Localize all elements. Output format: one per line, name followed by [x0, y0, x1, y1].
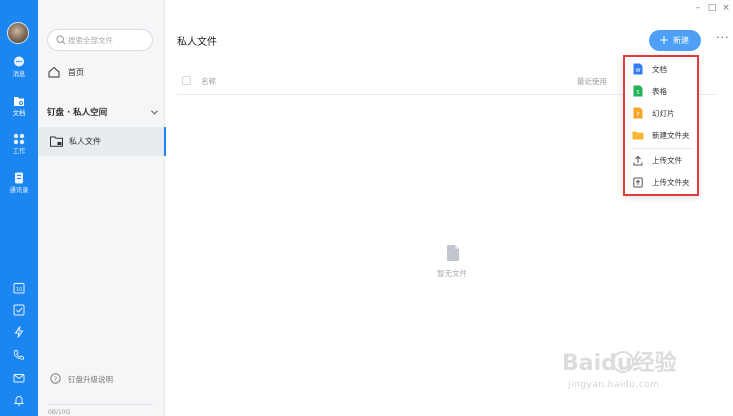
- menu-item-upload-folder-label: 上传文件夹: [652, 178, 690, 187]
- new-button-label: 新建: [673, 36, 689, 45]
- rail-label-documents: 文档: [12, 109, 26, 117]
- menu-item-new-slides[interactable]: P 幻灯片: [625, 103, 697, 123]
- slides-icon: P: [633, 107, 643, 119]
- baidu-jingyan-watermark: Baidu经验: [562, 350, 677, 376]
- ding-lightning-icon[interactable]: [13, 326, 25, 338]
- rail-label-work: 工作: [12, 147, 26, 155]
- documents-icon: [14, 97, 24, 106]
- search-box[interactable]: [47, 29, 153, 51]
- window-maximize-button[interactable]: □: [705, 2, 719, 14]
- more-options-icon[interactable]: ···: [716, 31, 730, 44]
- search-input[interactable]: [68, 33, 150, 47]
- calendar-day-number: 10: [16, 287, 22, 293]
- svg-text:?: ?: [54, 375, 57, 383]
- drive-space-label: 钉盘 · 私人空间: [47, 108, 108, 118]
- mail-icon[interactable]: [13, 372, 25, 384]
- phone-icon[interactable]: [13, 349, 25, 361]
- menu-item-new-doc-label: 文档: [652, 65, 667, 74]
- svg-text:P: P: [636, 112, 639, 118]
- sidebar-item-private-files-label: 私人文件: [69, 137, 101, 146]
- rail-label-messages: 消息: [12, 70, 26, 78]
- menu-item-upload-folder[interactable]: 上传文件夹: [625, 172, 697, 192]
- plus-icon: +: [659, 33, 670, 47]
- new-button[interactable]: + 新建: [649, 30, 701, 51]
- chevron-down-icon: [150, 110, 159, 115]
- rail-item-work[interactable]: 工作: [0, 133, 38, 163]
- rail-item-contacts[interactable]: 通讯录: [0, 172, 38, 202]
- column-header-name[interactable]: 名称: [201, 76, 216, 87]
- chat-icon: [14, 56, 24, 67]
- empty-state-text: 暂无文件: [437, 269, 467, 278]
- contacts-icon: [15, 172, 23, 184]
- rail-item-documents[interactable]: 文档: [0, 95, 38, 125]
- column-header-recent[interactable]: 最近使用: [577, 76, 607, 87]
- menu-item-new-folder[interactable]: 新建文件夹: [625, 125, 697, 145]
- svg-text:S: S: [636, 90, 639, 96]
- page-title: 私人文件: [177, 37, 217, 48]
- empty-file-icon: [447, 245, 459, 261]
- rail-label-contacts: 通讯录: [9, 186, 29, 194]
- select-all-checkbox[interactable]: [182, 76, 191, 85]
- word-doc-icon: W: [633, 63, 643, 75]
- spreadsheet-icon: S: [633, 85, 643, 97]
- left-nav-rail: 消息 文档 工作 通讯录 10: [0, 0, 38, 416]
- menu-item-upload-file[interactable]: 上传文件: [625, 150, 697, 170]
- sidebar-item-home-label: 首页: [68, 68, 84, 77]
- apps-grid-icon: [13, 133, 25, 145]
- menu-item-upload-file-label: 上传文件: [652, 156, 682, 165]
- drive-upgrade-label: 钉盘升级说明: [68, 375, 113, 384]
- new-dropdown-menu: W 文档 S 表格 P 幻灯片 新建文件夹 上传文件 上传文件夹: [623, 55, 699, 196]
- svg-text:W: W: [636, 68, 641, 74]
- help-circle-icon: ?: [50, 373, 61, 384]
- file-sidebar: 首页 钉盘 · 私人空间 私人文件 ? 钉盘升级说明 0B/10G: [38, 0, 166, 416]
- menu-item-new-sheet-label: 表格: [652, 87, 667, 96]
- menu-item-new-folder-label: 新建文件夹: [652, 131, 690, 140]
- drive-space-selector[interactable]: 钉盘 · 私人空间: [47, 104, 159, 120]
- upload-file-icon: [633, 155, 643, 166]
- rail-item-messages[interactable]: 消息: [0, 56, 38, 86]
- user-avatar[interactable]: [7, 22, 29, 44]
- menu-divider: [631, 148, 693, 149]
- drive-upgrade-link[interactable]: ? 钉盘升级说明: [50, 372, 160, 386]
- menu-item-new-slides-label: 幻灯片: [652, 109, 675, 118]
- calendar-icon[interactable]: 10: [13, 282, 25, 294]
- sidebar-divider: [48, 404, 153, 405]
- private-folder-icon: [50, 136, 63, 147]
- menu-item-new-doc[interactable]: W 文档: [625, 59, 697, 79]
- todo-check-icon[interactable]: [13, 304, 25, 316]
- storage-usage-text: 0B/10G: [48, 409, 71, 416]
- menu-item-new-sheet[interactable]: S 表格: [625, 81, 697, 101]
- sidebar-item-private-files[interactable]: 私人文件: [38, 127, 166, 156]
- sidebar-item-home[interactable]: 首页: [48, 64, 148, 80]
- window-close-button[interactable]: ×: [719, 2, 733, 14]
- search-icon: [56, 35, 66, 45]
- bell-icon[interactable]: [13, 394, 25, 406]
- watermark-url-text: jingyan.baidu.com: [568, 380, 660, 390]
- home-icon: [48, 66, 60, 78]
- active-indicator: [164, 127, 166, 156]
- window-minimize-button[interactable]: –: [691, 2, 705, 14]
- folder-icon: [632, 131, 644, 140]
- upload-folder-icon: [633, 177, 643, 188]
